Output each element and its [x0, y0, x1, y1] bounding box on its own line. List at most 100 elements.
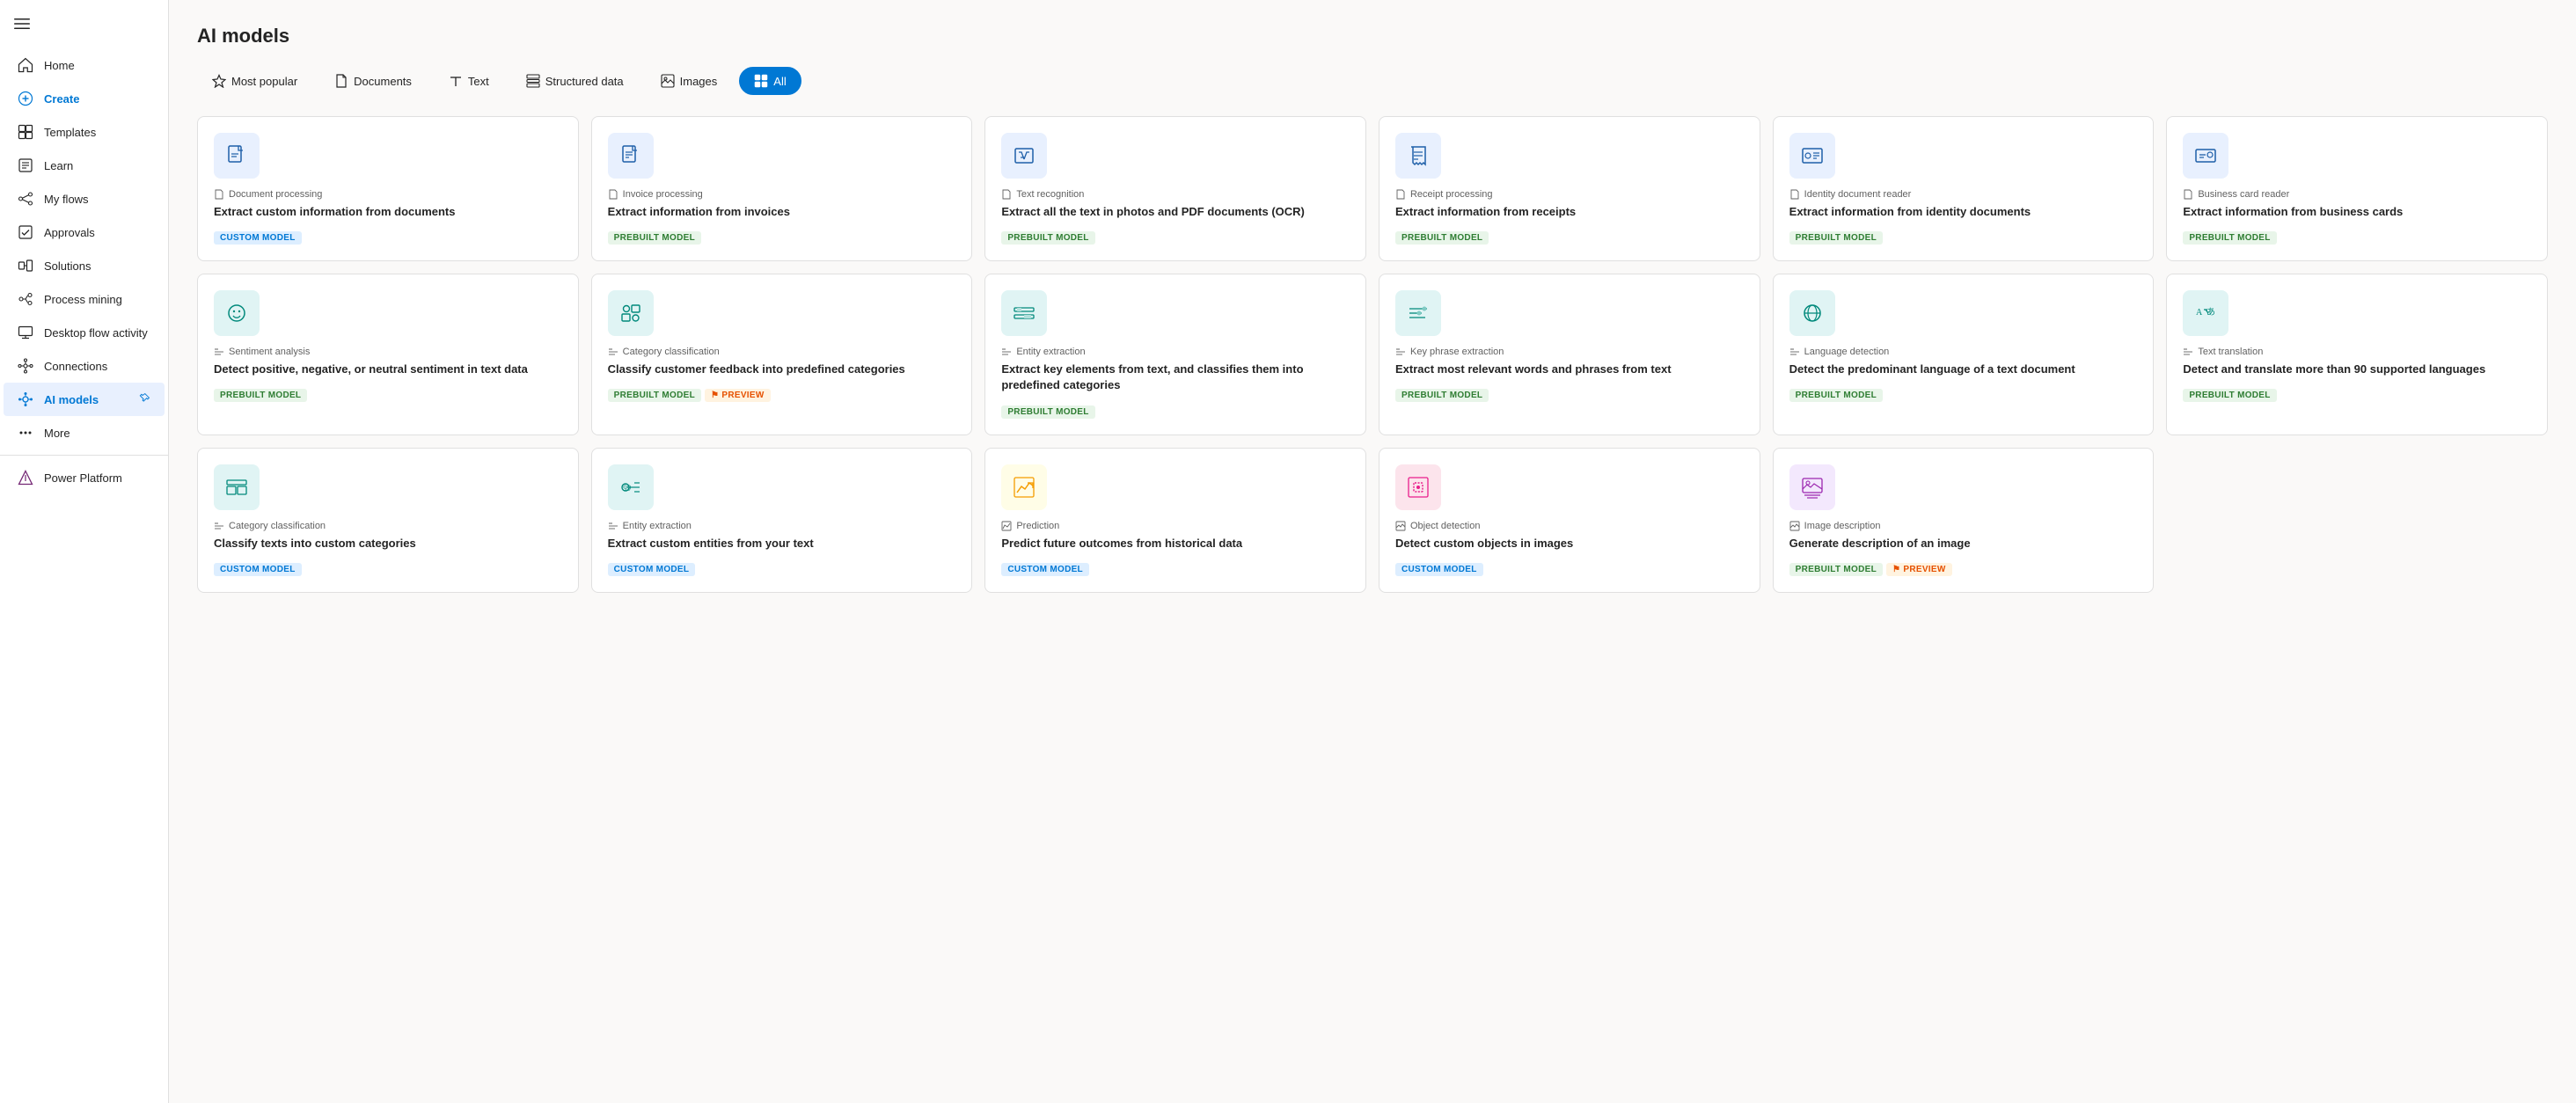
sidebar-item-my-flows[interactable]: My flows — [4, 182, 165, 215]
receipt-icon — [1395, 133, 1441, 179]
card-invoice-processing[interactable]: Invoice processing Extract information f… — [591, 116, 973, 261]
card-meta: Sentiment analysis — [214, 347, 562, 357]
card-meta: Text translation — [2183, 347, 2531, 357]
badge-prebuilt: PREBUILT MODEL — [1001, 231, 1094, 245]
card-badges: CUSTOM MODEL — [214, 229, 562, 245]
invoice-icon — [608, 133, 654, 179]
card-text-recognition[interactable]: Text recognition Extract all the text in… — [984, 116, 1366, 261]
ai-models-pin-icon[interactable] — [138, 392, 150, 407]
card-badges: PREBUILT MODEL — [1001, 229, 1350, 245]
card-meta: Business card reader — [2183, 189, 2531, 200]
card-grid: Document processing Extract custom infor… — [197, 116, 2548, 593]
ai-models-icon — [18, 391, 33, 407]
tab-all[interactable]: All — [739, 67, 801, 95]
images-icon — [661, 74, 675, 88]
card-meta: Prediction — [1001, 521, 1350, 531]
badge-prebuilt: PREBUILT MODEL — [608, 389, 701, 402]
entity-custom-icon: 99 — [608, 464, 654, 510]
star-icon — [212, 74, 226, 88]
sidebar-label-templates: Templates — [44, 126, 96, 139]
card-title: Classify texts into custom categories — [214, 536, 562, 552]
templates-icon — [18, 124, 33, 140]
category-icon — [608, 290, 654, 336]
sidebar-item-solutions[interactable]: Solutions — [4, 249, 165, 282]
sidebar-item-desktop-flow[interactable]: Desktop flow activity — [4, 316, 165, 349]
badge-prebuilt: PREBUILT MODEL — [1789, 389, 1883, 402]
create-icon — [18, 91, 33, 106]
card-language-detection[interactable]: Language detection Detect the predominan… — [1773, 274, 2155, 435]
card-title: Extract information from identity docume… — [1789, 204, 2138, 220]
text-icon — [449, 74, 463, 88]
card-category-classification-custom[interactable]: Category classification Classify texts i… — [197, 448, 579, 593]
grid-icon — [754, 74, 768, 88]
sidebar-item-more[interactable]: More — [4, 416, 165, 449]
card-prediction[interactable]: Prediction Predict future outcomes from … — [984, 448, 1366, 593]
card-title: Detect positive, negative, or neutral se… — [214, 362, 562, 377]
badge-custom: CUSTOM MODEL — [1001, 563, 1089, 576]
card-title: Extract information from business cards — [2183, 204, 2531, 220]
card-title: Classify customer feedback into predefin… — [608, 362, 956, 377]
card-meta: Object detection — [1395, 521, 1744, 531]
sidebar-item-templates[interactable]: Templates — [4, 115, 165, 149]
card-title: Extract information from invoices — [608, 204, 956, 220]
sidebar-item-power-platform[interactable]: Power Platform — [4, 461, 165, 494]
card-object-detection[interactable]: Object detection Detect custom objects i… — [1379, 448, 1760, 593]
power-platform-icon — [18, 470, 33, 486]
badge-custom: CUSTOM MODEL — [214, 231, 302, 245]
sidebar-label-power-platform: Power Platform — [44, 471, 122, 485]
card-identity-doc-reader[interactable]: Identity document reader Extract informa… — [1773, 116, 2155, 261]
card-doc-processing[interactable]: Document processing Extract custom infor… — [197, 116, 579, 261]
card-receipt-processing[interactable]: Receipt processing Extract information f… — [1379, 116, 1760, 261]
sidebar-item-create[interactable]: Create — [4, 82, 165, 115]
card-category-classification[interactable]: Category classification Classify custome… — [591, 274, 973, 435]
tab-images[interactable]: Images — [646, 67, 733, 95]
hamburger-menu[interactable] — [0, 7, 168, 48]
card-entity-extraction-prebuilt[interactable]: Entity extraction Extract key elements f… — [984, 274, 1366, 435]
home-icon — [18, 57, 33, 73]
tab-structured-data[interactable]: Structured data — [511, 67, 639, 95]
sidebar-label-learn: Learn — [44, 159, 73, 172]
badge-custom: CUSTOM MODEL — [214, 563, 302, 576]
badge-prebuilt: PREBUILT MODEL — [1001, 405, 1094, 419]
badge-prebuilt: PREBUILT MODEL — [214, 389, 307, 402]
translation-icon: Aあ — [2183, 290, 2228, 336]
tab-most-popular[interactable]: Most popular — [197, 67, 312, 95]
card-meta: Entity extraction — [608, 521, 956, 531]
card-text-translation[interactable]: Aあ Text translation Detect and translate… — [2166, 274, 2548, 435]
card-sentiment-analysis[interactable]: Sentiment analysis Detect positive, nega… — [197, 274, 579, 435]
card-image-description[interactable]: Image description Generate description o… — [1773, 448, 2155, 593]
sidebar-label-my-flows: My flows — [44, 193, 89, 206]
key-phrase-icon — [1395, 290, 1441, 336]
sidebar-item-home[interactable]: Home — [4, 48, 165, 82]
card-meta: Identity document reader — [1789, 189, 2138, 200]
document-icon — [334, 74, 348, 88]
sidebar-item-learn[interactable]: Learn — [4, 149, 165, 182]
sidebar-item-process-mining[interactable]: Process mining — [4, 282, 165, 316]
badge-preview: ⚑ PREVIEW — [705, 389, 771, 402]
text-recognition-icon — [1001, 133, 1047, 179]
sidebar-item-ai-models[interactable]: AI models — [4, 383, 165, 416]
sidebar-label-desktop-flow: Desktop flow activity — [44, 326, 148, 340]
sentiment-icon — [214, 290, 260, 336]
card-meta: Category classification — [214, 521, 562, 531]
card-key-phrase-extraction[interactable]: Key phrase extraction Extract most relev… — [1379, 274, 1760, 435]
sidebar-item-approvals[interactable]: Approvals — [4, 215, 165, 249]
main-content: AI models Most popular Documents Text St… — [169, 0, 2576, 1103]
card-business-card-reader[interactable]: Business card reader Extract information… — [2166, 116, 2548, 261]
card-meta: Invoice processing — [608, 189, 956, 200]
page-title: AI models — [197, 25, 2548, 47]
doc-processing-icon — [214, 133, 260, 179]
sidebar-item-connections[interactable]: Connections — [4, 349, 165, 383]
language-icon — [1789, 290, 1835, 336]
tab-text[interactable]: Text — [434, 67, 504, 95]
card-title: Extract custom entities from your text — [608, 536, 956, 552]
card-title: Detect custom objects in images — [1395, 536, 1744, 552]
approvals-icon — [18, 224, 33, 240]
filter-tabs: Most popular Documents Text Structured d… — [197, 67, 2548, 95]
svg-text:A: A — [2196, 308, 2203, 318]
tab-documents[interactable]: Documents — [319, 67, 427, 95]
card-meta: Document processing — [214, 189, 562, 200]
card-entity-extraction-custom[interactable]: 99 Entity extraction Extract custom enti… — [591, 448, 973, 593]
card-badges: PREBUILT MODEL — [214, 386, 562, 402]
business-card-icon — [2183, 133, 2228, 179]
